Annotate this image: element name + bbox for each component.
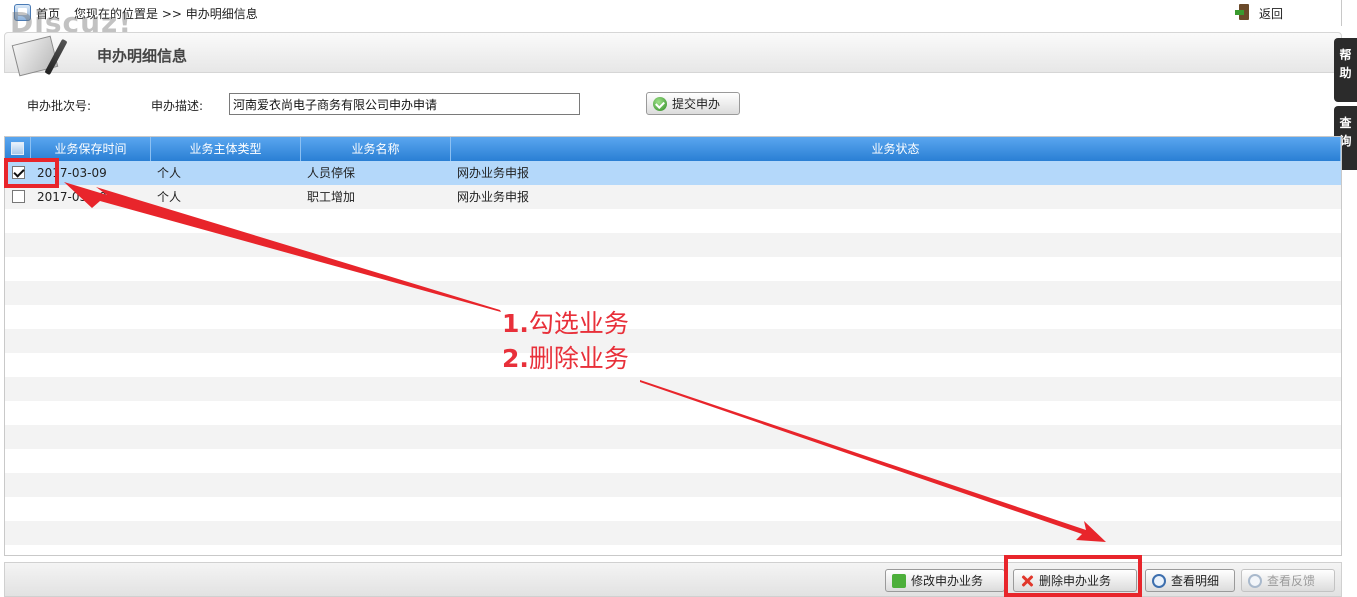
cell-name: 职工增加 bbox=[307, 190, 356, 204]
green-check-icon bbox=[653, 96, 667, 111]
empty-row bbox=[5, 449, 1341, 473]
cell-type: 个人 bbox=[157, 166, 182, 180]
exit-door-icon[interactable] bbox=[1235, 4, 1251, 20]
batch-number-label: 申办批次号: bbox=[27, 99, 92, 113]
help-tab[interactable]: 帮助 bbox=[1334, 38, 1357, 102]
empty-row bbox=[5, 233, 1341, 257]
empty-row bbox=[5, 353, 1341, 377]
description-input[interactable] bbox=[229, 93, 580, 115]
empty-row bbox=[5, 305, 1341, 329]
description-label: 申办描述: bbox=[151, 99, 204, 113]
highlight-checkbox bbox=[4, 158, 59, 188]
annotation-step-2: 2.删除业务 bbox=[502, 344, 629, 373]
empty-row bbox=[5, 377, 1341, 401]
table-row[interactable]: 2017-03-09 个人 职工增加 网办业务申报 bbox=[5, 185, 1341, 209]
view-detail-button[interactable]: 查看明细 bbox=[1145, 569, 1235, 592]
empty-row bbox=[5, 521, 1341, 545]
annotation-text: 1.勾选业务 2.删除业务 bbox=[502, 306, 629, 376]
empty-row bbox=[5, 425, 1341, 449]
highlight-delete-button bbox=[1004, 555, 1142, 597]
empty-row bbox=[5, 497, 1341, 521]
page-title: 申办明细信息 bbox=[97, 47, 188, 65]
business-grid: 业务保存时间 业务主体类型 业务名称 业务状态 2017-03-09 个人 人员停保… bbox=[4, 136, 1342, 556]
column-header-name[interactable]: 业务名称 bbox=[301, 137, 451, 161]
empty-row bbox=[5, 329, 1341, 353]
empty-row bbox=[5, 209, 1341, 233]
view-detail-label: 查看明细 bbox=[1171, 574, 1220, 588]
column-header-status[interactable]: 业务状态 bbox=[451, 137, 1341, 161]
annotation-step-1: 1.勾选业务 bbox=[502, 309, 629, 338]
column-header-type[interactable]: 业务主体类型 bbox=[151, 137, 301, 161]
table-row[interactable]: 2017-03-09 个人 人员停保 网办业务申报 bbox=[5, 161, 1341, 185]
cell-status: 网办业务申报 bbox=[457, 190, 530, 204]
cell-time: 2017-03-09 bbox=[37, 190, 107, 204]
top-bar: 首页 您现在的位置是 >> 申办明细信息 返回 bbox=[0, 0, 1357, 26]
submit-application-label: 提交申办 bbox=[672, 97, 721, 111]
empty-row bbox=[5, 401, 1341, 425]
edit-application-button[interactable]: 修改申办业务 bbox=[885, 569, 1005, 592]
empty-row bbox=[5, 473, 1341, 497]
submit-application-button[interactable]: 提交申办 bbox=[646, 92, 740, 115]
page-header: 申办明细信息 bbox=[4, 32, 1342, 77]
divider bbox=[1341, 0, 1342, 26]
view-feedback-button: 查看反馈 bbox=[1241, 569, 1335, 592]
cell-status: 网办业务申报 bbox=[457, 166, 530, 180]
magnifier-icon bbox=[1248, 573, 1262, 588]
empty-row bbox=[5, 257, 1341, 281]
document-pen-icon bbox=[7, 34, 83, 77]
empty-row bbox=[5, 281, 1341, 305]
back-link[interactable]: 返回 bbox=[1259, 5, 1283, 22]
view-feedback-label: 查看反馈 bbox=[1267, 574, 1316, 588]
magnifier-icon bbox=[1152, 573, 1166, 588]
grid-header: 业务保存时间 业务主体类型 业务名称 业务状态 bbox=[5, 137, 1341, 161]
edit-application-label: 修改申办业务 bbox=[911, 574, 984, 588]
cell-type: 个人 bbox=[157, 190, 182, 204]
cell-name: 人员停保 bbox=[307, 166, 356, 180]
row-checkbox[interactable] bbox=[12, 190, 25, 203]
puzzle-piece-icon bbox=[892, 573, 906, 588]
